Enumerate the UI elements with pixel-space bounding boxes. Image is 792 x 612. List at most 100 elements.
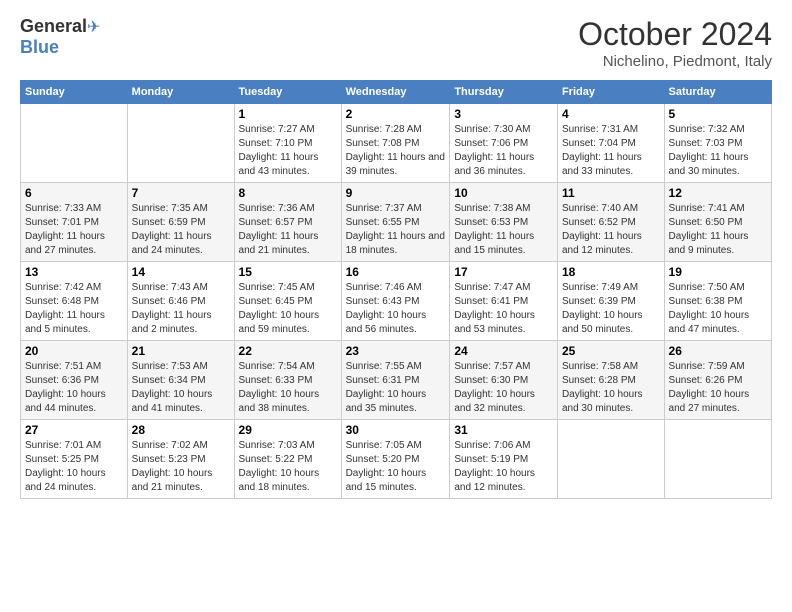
day-info: Sunrise: 7:50 AM Sunset: 6:38 PM Dayligh… <box>669 281 767 337</box>
calendar-cell: 16 Sunrise: 7:46 AM Sunset: 6:43 PM Dayli… <box>341 262 450 341</box>
day-header-tuesday: Tuesday <box>234 81 341 104</box>
day-info: Sunrise: 7:40 AM Sunset: 6:52 PM Dayligh… <box>562 202 660 258</box>
day-number: 1 <box>239 107 337 121</box>
day-number: 29 <box>239 423 337 437</box>
logo-icon: ✈ <box>87 19 100 36</box>
day-info: Sunrise: 7:41 AM Sunset: 6:50 PM Dayligh… <box>669 202 767 258</box>
calendar-cell: 8 Sunrise: 7:36 AM Sunset: 6:57 PM Daylig… <box>234 183 341 262</box>
calendar-cell: 27Sunrise: 7:01 AM Sunset: 5:25 PM Dayli… <box>21 420 128 499</box>
day-info: Sunrise: 7:55 AM Sunset: 6:31 PM Dayligh… <box>346 360 446 416</box>
day-number: 8 <box>239 186 337 200</box>
calendar-cell: 2 Sunrise: 7:28 AM Sunset: 7:08 PM Daylig… <box>341 104 450 183</box>
calendar-cell: 3Sunrise: 7:30 AM Sunset: 7:06 PM Daylig… <box>450 104 558 183</box>
calendar-cell: 24 Sunrise: 7:57 AM Sunset: 6:30 PM Dayli… <box>450 341 558 420</box>
day-number: 10 <box>454 186 553 200</box>
day-header-friday: Friday <box>557 81 664 104</box>
day-info: Sunrise: 7:49 AM Sunset: 6:39 PM Dayligh… <box>562 281 660 337</box>
calendar-cell: 1Sunrise: 7:27 AM Sunset: 7:10 PM Daylig… <box>234 104 341 183</box>
calendar-cell: 11 Sunrise: 7:40 AM Sunset: 6:52 PM Dayli… <box>557 183 664 262</box>
day-info: Sunrise: 7:38 AM Sunset: 6:53 PM Dayligh… <box>454 202 553 258</box>
day-number: 5 <box>669 107 767 121</box>
day-number: 31 <box>454 423 553 437</box>
day-number: 4 <box>562 107 660 121</box>
calendar-cell: 29Sunrise: 7:03 AM Sunset: 5:22 PM Dayli… <box>234 420 341 499</box>
calendar-cell <box>127 104 234 183</box>
day-header-sunday: Sunday <box>21 81 128 104</box>
main-container: General✈ Blue October 2024 Nichelino, Pi… <box>0 0 792 509</box>
calendar-cell: 18 Sunrise: 7:49 AM Sunset: 6:39 PM Dayli… <box>557 262 664 341</box>
calendar-cell: 5 Sunrise: 7:32 AM Sunset: 7:03 PM Daylig… <box>664 104 771 183</box>
day-header-saturday: Saturday <box>664 81 771 104</box>
month-title: October 2024 <box>578 16 772 53</box>
day-number: 18 <box>562 265 660 279</box>
day-number: 22 <box>239 344 337 358</box>
calendar-cell: 4 Sunrise: 7:31 AM Sunset: 7:04 PM Daylig… <box>557 104 664 183</box>
calendar-cell: 7 Sunrise: 7:35 AM Sunset: 6:59 PM Daylig… <box>127 183 234 262</box>
day-info: Sunrise: 7:01 AM Sunset: 5:25 PM Dayligh… <box>25 439 123 495</box>
calendar-cell: 10 Sunrise: 7:38 AM Sunset: 6:53 PM Dayli… <box>450 183 558 262</box>
calendar-cell: 28Sunrise: 7:02 AM Sunset: 5:23 PM Dayli… <box>127 420 234 499</box>
day-info: Sunrise: 7:05 AM Sunset: 5:20 PM Dayligh… <box>346 439 446 495</box>
day-number: 30 <box>346 423 446 437</box>
logo-general: General <box>20 16 87 36</box>
calendar-cell: 13 Sunrise: 7:42 AM Sunset: 6:48 PM Dayli… <box>21 262 128 341</box>
day-number: 16 <box>346 265 446 279</box>
day-number: 24 <box>454 344 553 358</box>
calendar-cell: 31Sunrise: 7:06 AM Sunset: 5:19 PM Dayli… <box>450 420 558 499</box>
day-info: Sunrise: 7:37 AM Sunset: 6:55 PM Dayligh… <box>346 202 446 258</box>
day-info: Sunrise: 7:35 AM Sunset: 6:59 PM Dayligh… <box>132 202 230 258</box>
calendar-table: SundayMondayTuesdayWednesdayThursdayFrid… <box>20 80 772 499</box>
day-info: Sunrise: 7:31 AM Sunset: 7:04 PM Dayligh… <box>562 123 660 179</box>
day-number: 25 <box>562 344 660 358</box>
day-info: Sunrise: 7:58 AM Sunset: 6:28 PM Dayligh… <box>562 360 660 416</box>
day-number: 23 <box>346 344 446 358</box>
day-info: Sunrise: 7:32 AM Sunset: 7:03 PM Dayligh… <box>669 123 767 179</box>
day-info: Sunrise: 7:28 AM Sunset: 7:08 PM Dayligh… <box>346 123 446 179</box>
day-info: Sunrise: 7:59 AM Sunset: 6:26 PM Dayligh… <box>669 360 767 416</box>
day-number: 11 <box>562 186 660 200</box>
calendar-cell: 30 Sunrise: 7:05 AM Sunset: 5:20 PM Dayli… <box>341 420 450 499</box>
calendar-week-5: 27Sunrise: 7:01 AM Sunset: 5:25 PM Dayli… <box>21 420 772 499</box>
day-number: 12 <box>669 186 767 200</box>
day-info: Sunrise: 7:54 AM Sunset: 6:33 PM Dayligh… <box>239 360 337 416</box>
day-info: Sunrise: 7:47 AM Sunset: 6:41 PM Dayligh… <box>454 281 553 337</box>
calendar-cell: 26 Sunrise: 7:59 AM Sunset: 6:26 PM Dayli… <box>664 341 771 420</box>
day-number: 15 <box>239 265 337 279</box>
day-number: 14 <box>132 265 230 279</box>
calendar-header-row: SundayMondayTuesdayWednesdayThursdayFrid… <box>21 81 772 104</box>
calendar-cell: 6Sunrise: 7:33 AM Sunset: 7:01 PM Daylig… <box>21 183 128 262</box>
calendar-cell: 23 Sunrise: 7:55 AM Sunset: 6:31 PM Dayli… <box>341 341 450 420</box>
day-info: Sunrise: 7:02 AM Sunset: 5:23 PM Dayligh… <box>132 439 230 495</box>
day-info: Sunrise: 7:53 AM Sunset: 6:34 PM Dayligh… <box>132 360 230 416</box>
day-number: 19 <box>669 265 767 279</box>
calendar-cell: 21 Sunrise: 7:53 AM Sunset: 6:34 PM Dayli… <box>127 341 234 420</box>
logo: General✈ Blue <box>20 16 100 58</box>
calendar-cell: 17Sunrise: 7:47 AM Sunset: 6:41 PM Dayli… <box>450 262 558 341</box>
calendar-cell: 12 Sunrise: 7:41 AM Sunset: 6:50 PM Dayli… <box>664 183 771 262</box>
day-info: Sunrise: 7:57 AM Sunset: 6:30 PM Dayligh… <box>454 360 553 416</box>
day-info: Sunrise: 7:33 AM Sunset: 7:01 PM Dayligh… <box>25 202 123 258</box>
calendar-week-1: 1Sunrise: 7:27 AM Sunset: 7:10 PM Daylig… <box>21 104 772 183</box>
day-number: 21 <box>132 344 230 358</box>
calendar-cell: 19 Sunrise: 7:50 AM Sunset: 6:38 PM Dayli… <box>664 262 771 341</box>
day-header-thursday: Thursday <box>450 81 558 104</box>
day-number: 13 <box>25 265 123 279</box>
logo-blue: Blue <box>20 37 59 57</box>
day-number: 2 <box>346 107 446 121</box>
day-info: Sunrise: 7:36 AM Sunset: 6:57 PM Dayligh… <box>239 202 337 258</box>
day-info: Sunrise: 7:42 AM Sunset: 6:48 PM Dayligh… <box>25 281 123 337</box>
day-number: 3 <box>454 107 553 121</box>
calendar-cell <box>664 420 771 499</box>
day-info: Sunrise: 7:43 AM Sunset: 6:46 PM Dayligh… <box>132 281 230 337</box>
calendar-cell: 9Sunrise: 7:37 AM Sunset: 6:55 PM Daylig… <box>341 183 450 262</box>
day-number: 26 <box>669 344 767 358</box>
day-info: Sunrise: 7:46 AM Sunset: 6:43 PM Dayligh… <box>346 281 446 337</box>
calendar-week-3: 13 Sunrise: 7:42 AM Sunset: 6:48 PM Dayli… <box>21 262 772 341</box>
day-header-wednesday: Wednesday <box>341 81 450 104</box>
title-section: October 2024 Nichelino, Piedmont, Italy <box>578 16 772 70</box>
day-header-monday: Monday <box>127 81 234 104</box>
day-number: 7 <box>132 186 230 200</box>
day-number: 20 <box>25 344 123 358</box>
calendar-cell: 15Sunrise: 7:45 AM Sunset: 6:45 PM Dayli… <box>234 262 341 341</box>
calendar-cell: 20Sunrise: 7:51 AM Sunset: 6:36 PM Dayli… <box>21 341 128 420</box>
